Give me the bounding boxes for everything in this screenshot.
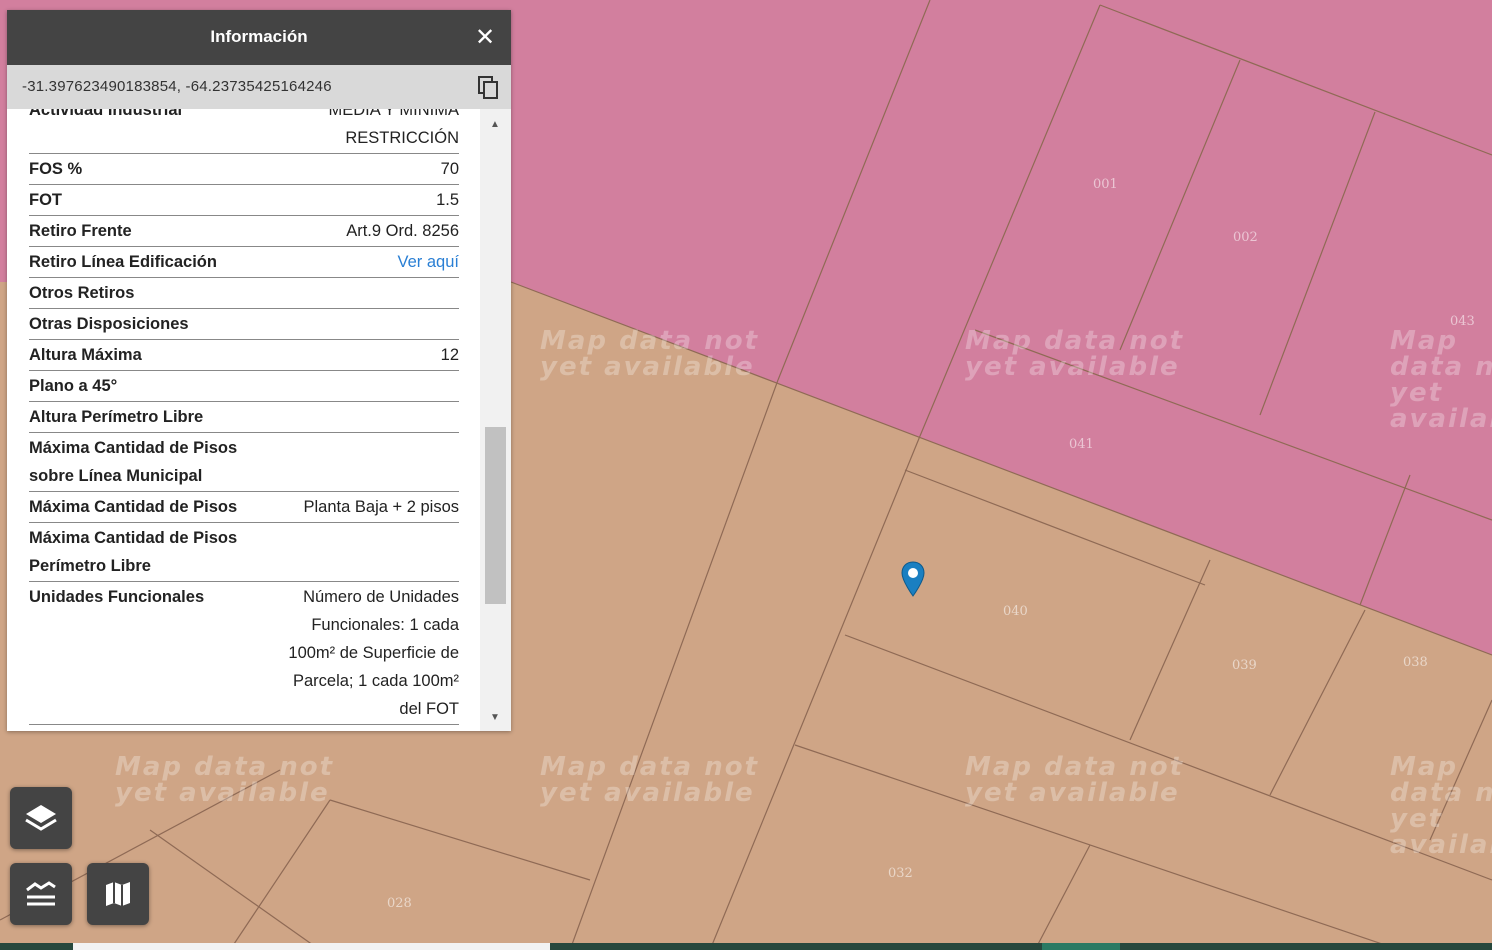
table-row: Máxima Cantidad de Pisos Perímetro Libre	[29, 523, 459, 582]
coordinates-bar: -31.397623490183854, -64.23735425164246	[7, 65, 511, 109]
row-value: 70	[440, 160, 459, 178]
row-value	[134, 279, 459, 307]
row-key: Altura Perímetro Libre	[29, 408, 204, 426]
row-key: Actividad Industrial	[29, 109, 183, 119]
table-row: Altura Máxima 12	[29, 340, 459, 371]
row-value: 12	[440, 346, 459, 364]
legend-button[interactable]	[10, 863, 72, 925]
coordinates-text: -31.397623490183854, -64.23735425164246	[22, 78, 332, 95]
row-key: FOS %	[29, 160, 83, 178]
location-pin-icon[interactable]	[900, 560, 926, 600]
close-icon[interactable]: ✕	[471, 24, 499, 52]
table-row: Plano a 45°	[29, 371, 459, 402]
row-value	[203, 403, 459, 431]
table-row: Otras Disposiciones	[29, 309, 459, 340]
table-row: FOT 1.5	[29, 185, 459, 216]
legend-icon	[26, 881, 56, 906]
table-row: Observaciones	[29, 725, 459, 731]
row-value	[117, 372, 459, 400]
layers-button[interactable]	[10, 787, 72, 849]
row-key: Altura Máxima	[29, 346, 142, 364]
row-key: Retiro Frente	[29, 222, 132, 240]
row-key: Unidades Funcionales	[29, 588, 205, 606]
table-row: Retiro Línea Edificación Ver aquí	[29, 247, 459, 278]
table-row: Altura Perímetro Libre	[29, 402, 459, 433]
info-header: Información ✕	[7, 10, 511, 65]
row-key: Plano a 45°	[29, 377, 118, 395]
row-value: 1.5	[436, 191, 459, 209]
table-row: Retiro Frente Art.9 Ord. 8256	[29, 216, 459, 247]
parcel-label: 002	[1233, 230, 1258, 245]
parcel-label: 039	[1232, 658, 1257, 673]
row-value: MEDIA Y MÍNIMA RESTRICCIÓN	[328, 109, 459, 147]
parcel-label: 040	[1003, 604, 1028, 619]
copy-icon[interactable]	[475, 74, 501, 100]
row-key: FOT	[29, 191, 62, 209]
table-row: Otros Retiros	[29, 278, 459, 309]
row-value: Número de Unidades Funcionales: 1 cada 1…	[288, 588, 459, 718]
row-value	[189, 310, 459, 338]
info-table: Actividad Industrial MEDIA Y MÍNIMA REST…	[7, 109, 480, 731]
table-row: Actividad Industrial MEDIA Y MÍNIMA REST…	[29, 109, 459, 154]
table-row: FOS % 70	[29, 154, 459, 185]
parcel-label: 032	[888, 866, 913, 881]
row-value	[147, 726, 459, 731]
info-panel: Información ✕ -31.397623490183854, -64.2…	[7, 10, 511, 731]
row-key: Otros Retiros	[29, 284, 135, 302]
parcel-label: 041	[1069, 437, 1094, 452]
ver-aqui-link[interactable]: Ver aquí	[217, 248, 459, 276]
table-row: Máxima Cantidad de Pisos Planta Baja + 2 …	[29, 492, 459, 523]
row-value: Art.9 Ord. 8256	[346, 222, 459, 240]
row-key: Máxima Cantidad de Pisos Perímetro Libre	[29, 529, 238, 575]
scrollbar[interactable]: ▲ ▼	[480, 109, 511, 731]
row-key: Otras Disposiciones	[29, 315, 189, 333]
parcel-label: 043	[1450, 314, 1475, 329]
row-key: Retiro Línea Edificación	[29, 253, 217, 271]
row-key: Máxima Cantidad de Pisos	[29, 498, 238, 516]
row-key: Máxima Cantidad de Pisos sobre Línea Mun…	[29, 439, 238, 485]
row-key: Observaciones	[29, 726, 147, 731]
bottom-strip	[0, 943, 1492, 950]
basemap-button[interactable]	[87, 863, 149, 925]
table-row: Máxima Cantidad de Pisos sobre Línea Mun…	[29, 433, 459, 492]
row-value	[269, 524, 459, 580]
table-row: Unidades Funcionales Número de Unidades F…	[29, 582, 459, 725]
parcel-label: 038	[1403, 655, 1428, 670]
scroll-down-icon[interactable]: ▼	[490, 712, 500, 723]
scroll-up-icon[interactable]: ▲	[490, 119, 500, 130]
parcel-label: 028	[387, 896, 412, 911]
scroll-thumb[interactable]	[485, 427, 506, 604]
row-value: Planta Baja + 2 pisos	[303, 498, 459, 516]
layers-icon	[25, 805, 57, 831]
map-icon	[106, 882, 130, 906]
parcel-label: 001	[1093, 177, 1118, 192]
info-title: Información	[210, 27, 308, 46]
row-value	[269, 434, 459, 490]
